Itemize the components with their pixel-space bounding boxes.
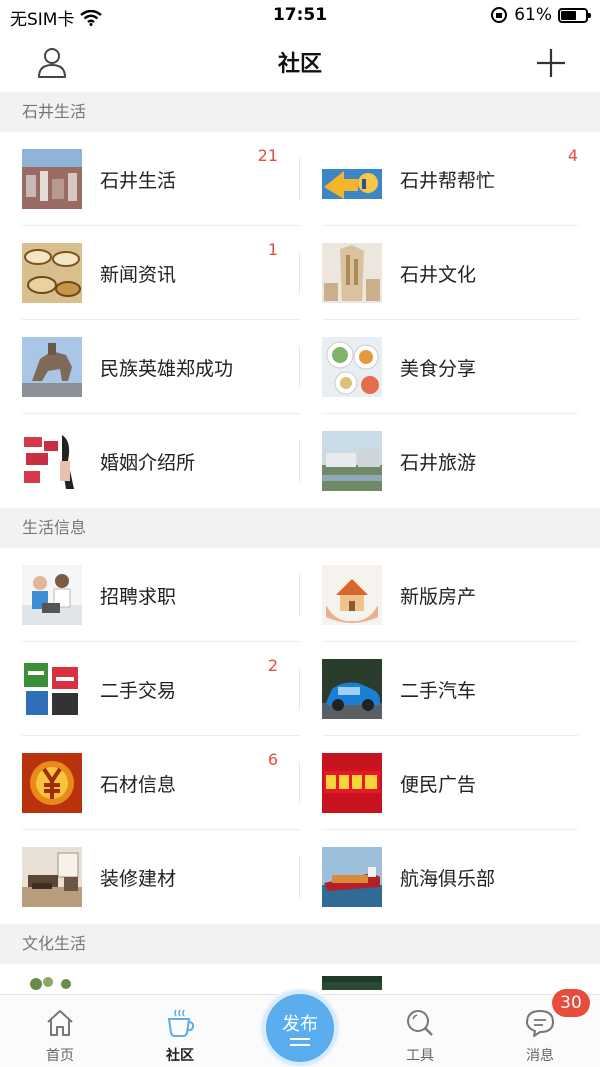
unread-count: 6 bbox=[267, 750, 278, 769]
forum-item[interactable]: 便民广告 bbox=[300, 736, 600, 830]
unread-count: 4 bbox=[567, 146, 578, 165]
unread-count: 21 bbox=[257, 146, 278, 165]
forum-label: 石井文化 bbox=[400, 263, 477, 286]
forum-thumbnail bbox=[322, 847, 382, 907]
publish-button[interactable]: 发布 bbox=[262, 990, 338, 1066]
search-circle-icon bbox=[407, 1010, 433, 1036]
forum-item[interactable]: 二手汽车 bbox=[300, 642, 600, 736]
tab-label: 工具 bbox=[406, 1048, 434, 1064]
battery-icon bbox=[558, 7, 591, 23]
chat-bubble-icon bbox=[526, 1010, 554, 1037]
forum-item[interactable]: 民族英雄郑成功 bbox=[0, 320, 300, 414]
section-grid-shijing-life: 石井生活 21 石井帮帮忙 4 新闻资讯 1 石井文化 民族英雄郑成功 美食分享… bbox=[0, 132, 600, 508]
forum-label: 石井生活 bbox=[100, 169, 177, 192]
forum-label: 民族英雄郑成功 bbox=[100, 357, 234, 380]
coffee-cup-icon bbox=[167, 1009, 195, 1037]
forum-thumbnail bbox=[22, 753, 82, 813]
status-right: 61% bbox=[490, 5, 591, 25]
forum-thumbnail bbox=[322, 976, 382, 990]
forum-thumbnail bbox=[322, 243, 382, 303]
forum-item[interactable]: 新闻资讯 1 bbox=[0, 226, 300, 320]
tab-label: 消息 bbox=[526, 1048, 554, 1064]
forum-item[interactable]: 石材信息 6 bbox=[0, 736, 300, 830]
orientation-lock-icon bbox=[491, 7, 508, 23]
publish-label: 发布 bbox=[282, 1014, 318, 1035]
forum-label: 新闻资讯 bbox=[100, 263, 177, 286]
forum-label: 便民广告 bbox=[400, 773, 477, 796]
forum-label: 二手汽车 bbox=[400, 679, 477, 702]
forum-item[interactable]: 二手交易 2 bbox=[0, 642, 300, 736]
forum-thumbnail bbox=[22, 659, 82, 719]
forum-item[interactable]: 石井文化 bbox=[300, 226, 600, 320]
forum-label: 二手交易 bbox=[100, 679, 177, 702]
forum-item[interactable]: 石井生活 21 bbox=[0, 132, 300, 226]
battery-fill bbox=[561, 10, 576, 20]
tab-label: 首页 bbox=[46, 1048, 74, 1064]
forum-label: 石井旅游 bbox=[400, 451, 477, 474]
forum-thumbnail bbox=[322, 431, 382, 491]
forum-item[interactable] bbox=[0, 964, 300, 994]
forum-label: 美食分享 bbox=[400, 357, 477, 380]
forum-item[interactable]: 美食分享 bbox=[300, 320, 600, 414]
menu-lines-icon bbox=[290, 1038, 310, 1046]
nav-bar: 社区 bbox=[0, 32, 600, 92]
home-icon bbox=[47, 1010, 73, 1036]
tab-home[interactable]: 首页 bbox=[0, 995, 120, 1067]
section-header-shijing-life: 石井生活 bbox=[0, 92, 600, 132]
forum-thumbnail bbox=[322, 337, 382, 397]
page-title: 社区 bbox=[277, 52, 322, 77]
forum-thumbnail bbox=[22, 847, 82, 907]
status-bar: 无SIM卡 17:51 61% bbox=[0, 0, 600, 32]
section-header-culture-life: 文化生活 bbox=[0, 924, 600, 964]
forum-label: 航海俱乐部 bbox=[400, 867, 496, 890]
forum-item[interactable]: 石井帮帮忙 4 bbox=[300, 132, 600, 226]
forum-thumbnail bbox=[22, 976, 82, 990]
forum-item[interactable]: 装修建材 bbox=[0, 830, 300, 924]
forum-thumbnail bbox=[22, 565, 82, 625]
message-count-badge: 30 bbox=[552, 989, 590, 1017]
forum-label: 装修建材 bbox=[100, 867, 177, 890]
forum-thumbnail bbox=[322, 565, 382, 625]
forum-thumbnail bbox=[22, 243, 82, 303]
forum-label: 石井帮帮忙 bbox=[400, 169, 496, 192]
forum-item[interactable]: 招聘求职 bbox=[0, 548, 300, 642]
section-grid-life-info: 招聘求职 新版房产 二手交易 2 二手汽车 石材信息 6 便民广告 装修建材 航… bbox=[0, 548, 600, 924]
forum-item[interactable]: 婚姻介绍所 bbox=[0, 414, 300, 508]
community-list[interactable]: 石井生活 石井生活 21 石井帮帮忙 4 新闻资讯 1 石井文化 民族英雄郑成功… bbox=[0, 92, 600, 994]
forum-thumbnail bbox=[322, 659, 382, 719]
unread-count: 2 bbox=[267, 656, 278, 675]
forum-label: 婚姻介绍所 bbox=[100, 451, 196, 474]
forum-item[interactable]: 航海俱乐部 bbox=[300, 830, 600, 924]
forum-item[interactable]: 新版房产 bbox=[300, 548, 600, 642]
tab-label: 社区 bbox=[166, 1048, 194, 1064]
forum-thumbnail bbox=[22, 431, 82, 491]
tab-community[interactable]: 社区 bbox=[120, 995, 240, 1067]
tab-messages[interactable]: 消息 30 bbox=[480, 989, 600, 1067]
tab-tools[interactable]: 工具 bbox=[360, 995, 480, 1067]
forum-label: 新版房产 bbox=[400, 585, 477, 608]
unread-count: 1 bbox=[267, 240, 278, 259]
forum-label: 招聘求职 bbox=[100, 585, 177, 608]
plus-icon[interactable] bbox=[534, 46, 568, 80]
forum-thumbnail bbox=[22, 149, 82, 209]
battery-percent: 61% bbox=[514, 5, 552, 25]
forum-thumbnail bbox=[322, 753, 382, 813]
forum-thumbnail bbox=[322, 149, 382, 209]
section-header-life-info: 生活信息 bbox=[0, 508, 600, 548]
forum-label: 石材信息 bbox=[100, 773, 177, 796]
forum-item[interactable]: 石井旅游 bbox=[300, 414, 600, 508]
forum-thumbnail bbox=[22, 337, 82, 397]
forum-item[interactable] bbox=[300, 964, 600, 994]
